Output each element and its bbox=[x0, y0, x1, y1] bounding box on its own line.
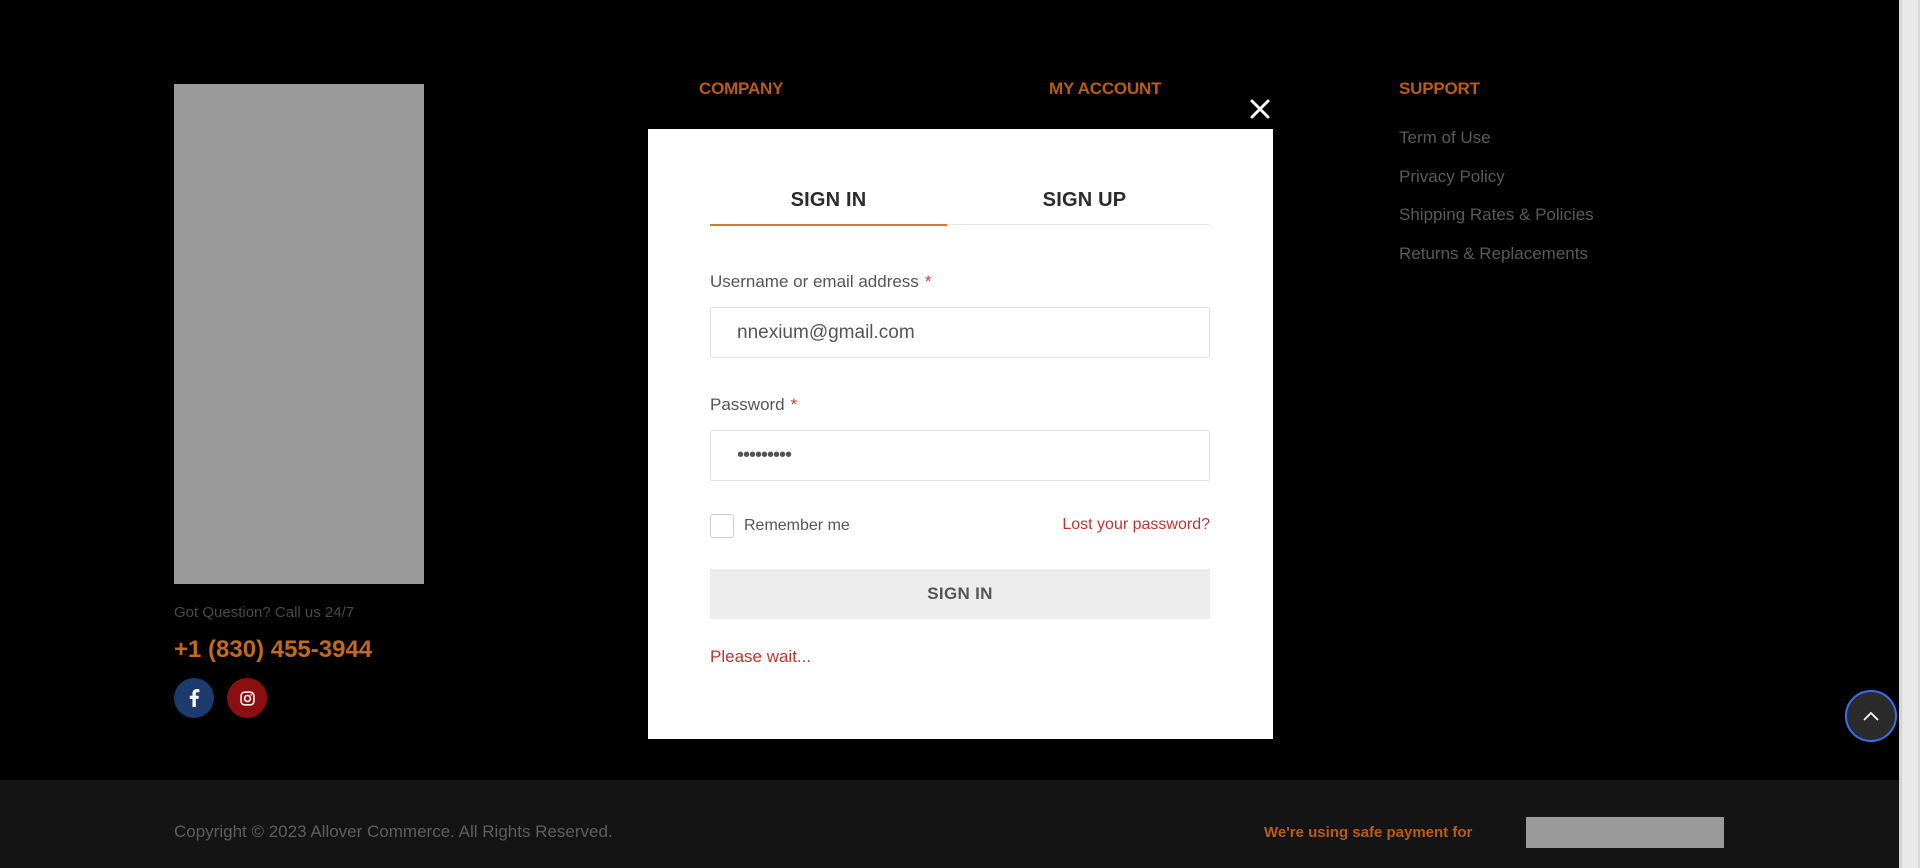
remember-me-row: Remember me bbox=[710, 514, 850, 538]
username-input[interactable]: nnexium@gmail.com bbox=[710, 307, 1210, 358]
phone-link[interactable]: +1 (830) 455-3944 bbox=[174, 636, 372, 664]
lost-password-link[interactable]: Lost your password? bbox=[1062, 516, 1210, 534]
copyright-text: Copyright © 2023 Allover Commerce. All R… bbox=[174, 822, 613, 841]
username-label-text: Username or email address bbox=[710, 272, 919, 291]
password-label: Password * bbox=[710, 395, 797, 415]
login-modal: SIGN IN SIGN UP Username or email addres… bbox=[648, 129, 1273, 739]
payment-methods-image bbox=[1526, 817, 1724, 848]
back-to-top-button[interactable] bbox=[1845, 690, 1897, 742]
facebook-icon bbox=[189, 689, 200, 707]
password-label-text: Password bbox=[710, 395, 785, 414]
auth-tabs: SIGN IN SIGN UP bbox=[710, 175, 1209, 226]
support-links: Term of Use Privacy Policy Shipping Rate… bbox=[1399, 126, 1594, 280]
tab-sign-up[interactable]: SIGN UP bbox=[966, 175, 1203, 225]
remember-me-label[interactable]: Remember me bbox=[744, 517, 850, 535]
got-question-text: Got Question? Call us 24/7 bbox=[174, 604, 355, 621]
sign-in-button[interactable]: SIGN IN bbox=[710, 569, 1210, 619]
chevron-up-icon bbox=[1863, 711, 1879, 721]
password-input[interactable]: ••••••••• bbox=[710, 430, 1210, 481]
required-mark: * bbox=[790, 395, 798, 414]
facebook-link[interactable] bbox=[174, 678, 214, 718]
support-link-terms[interactable]: Term of Use bbox=[1399, 126, 1594, 165]
support-heading: SUPPORT bbox=[1399, 79, 1480, 98]
payment-text: We're using safe payment for bbox=[1264, 824, 1473, 841]
support-link-returns[interactable]: Returns & Replacements bbox=[1399, 242, 1594, 281]
company-heading: COMPANY bbox=[699, 79, 784, 98]
footer-logo-image bbox=[174, 84, 424, 584]
status-text: Please wait... bbox=[710, 647, 812, 666]
required-mark: * bbox=[924, 272, 932, 291]
instagram-icon bbox=[239, 690, 255, 706]
close-modal-button[interactable] bbox=[1246, 95, 1274, 123]
remember-me-checkbox[interactable] bbox=[710, 514, 734, 538]
instagram-link[interactable] bbox=[227, 678, 267, 718]
tab-sign-in[interactable]: SIGN IN bbox=[710, 175, 947, 226]
username-label: Username or email address * bbox=[710, 272, 931, 292]
scrollbar-thumb[interactable] bbox=[1901, 0, 1918, 868]
support-link-shipping[interactable]: Shipping Rates & Policies bbox=[1399, 203, 1594, 242]
support-link-privacy[interactable]: Privacy Policy bbox=[1399, 165, 1594, 204]
close-icon bbox=[1250, 99, 1270, 119]
my-account-heading: MY ACCOUNT bbox=[1049, 79, 1162, 98]
